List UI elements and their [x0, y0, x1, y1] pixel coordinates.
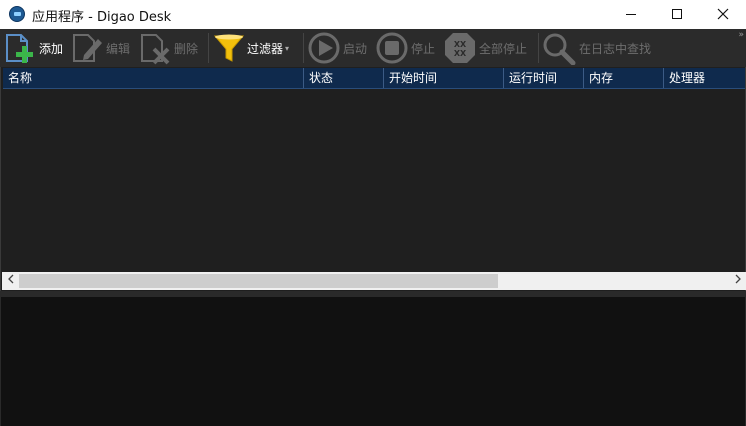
dropdown-arrow-icon: ▾: [285, 43, 290, 53]
start-label: 启动: [343, 41, 368, 56]
delete-button[interactable]: 删除: [138, 29, 198, 67]
edit-label: 编辑: [106, 41, 131, 56]
stop-all-label: 全部停止: [479, 41, 528, 56]
column-header-run-time[interactable]: 运行时间: [504, 68, 584, 88]
column-header-start-time[interactable]: 开始时间: [384, 68, 504, 88]
filter-label: 过滤器: [247, 41, 284, 56]
stop-label: 停止: [411, 41, 436, 56]
edit-icon: [73, 34, 102, 62]
stop-all-icon: XX XX: [445, 33, 475, 63]
grid-header: 名称 状态 开始时间 运行时间 内存 处理器: [3, 68, 745, 89]
scrollbar-thumb[interactable]: [19, 274, 498, 288]
add-label: 添加: [39, 41, 64, 56]
chevron-right-icon: [735, 274, 741, 284]
log-panel[interactable]: [0, 297, 746, 426]
svg-text:XX: XX: [454, 40, 467, 49]
close-icon: [717, 8, 729, 20]
add-button[interactable]: 添加: [3, 29, 63, 67]
delete-label: 删除: [174, 41, 199, 56]
maximize-icon: [672, 9, 682, 19]
column-header-status[interactable]: 状态: [304, 68, 384, 88]
stop-icon: [376, 32, 408, 64]
title-bar: 应用程序 - Digao Desk: [0, 0, 746, 29]
app-list-grid: 名称 状态 开始时间 运行时间 内存 处理器: [0, 67, 746, 291]
search-icon: [543, 33, 576, 65]
window-title: 应用程序 - Digao Desk: [32, 10, 172, 25]
toolbar-separator: [303, 33, 304, 63]
toolbar-overflow-icon[interactable]: »: [738, 30, 743, 40]
stop-all-button[interactable]: XX XX 全部停止: [443, 29, 527, 67]
scroll-right-button[interactable]: [729, 272, 746, 290]
toolbar: 添加 编辑 删除 过滤器 ▾ 启动 停止 XX XX 全部停止 在日志中查找 »: [0, 29, 746, 67]
add-document-icon: [6, 34, 33, 63]
stop-button[interactable]: 停止: [375, 29, 435, 67]
horizontal-scrollbar[interactable]: [2, 272, 746, 290]
svg-text:XX: XX: [454, 49, 467, 58]
scroll-left-button[interactable]: [2, 272, 19, 290]
delete-icon: [141, 34, 170, 65]
minimize-icon: [626, 13, 636, 15]
toolbar-separator: [538, 33, 539, 63]
toolbar-separator: [208, 33, 209, 63]
grid-body[interactable]: [3, 89, 745, 272]
chevron-left-icon: [7, 274, 13, 284]
close-button[interactable]: [700, 0, 746, 29]
filter-button[interactable]: 过滤器 ▾: [213, 29, 289, 67]
minimize-button[interactable]: [608, 0, 654, 29]
search-log-label: 在日志中查找: [579, 41, 652, 56]
column-header-processor[interactable]: 处理器: [664, 68, 745, 88]
app-icon: [9, 6, 25, 22]
edit-button[interactable]: 编辑: [70, 29, 130, 67]
filter-funnel-icon: [213, 34, 245, 62]
play-icon: [308, 32, 340, 64]
start-button[interactable]: 启动: [307, 29, 367, 67]
column-header-memory[interactable]: 内存: [584, 68, 664, 88]
maximize-button[interactable]: [654, 0, 700, 29]
search-log-button[interactable]: 在日志中查找: [541, 29, 651, 67]
column-header-name[interactable]: 名称: [3, 68, 304, 88]
